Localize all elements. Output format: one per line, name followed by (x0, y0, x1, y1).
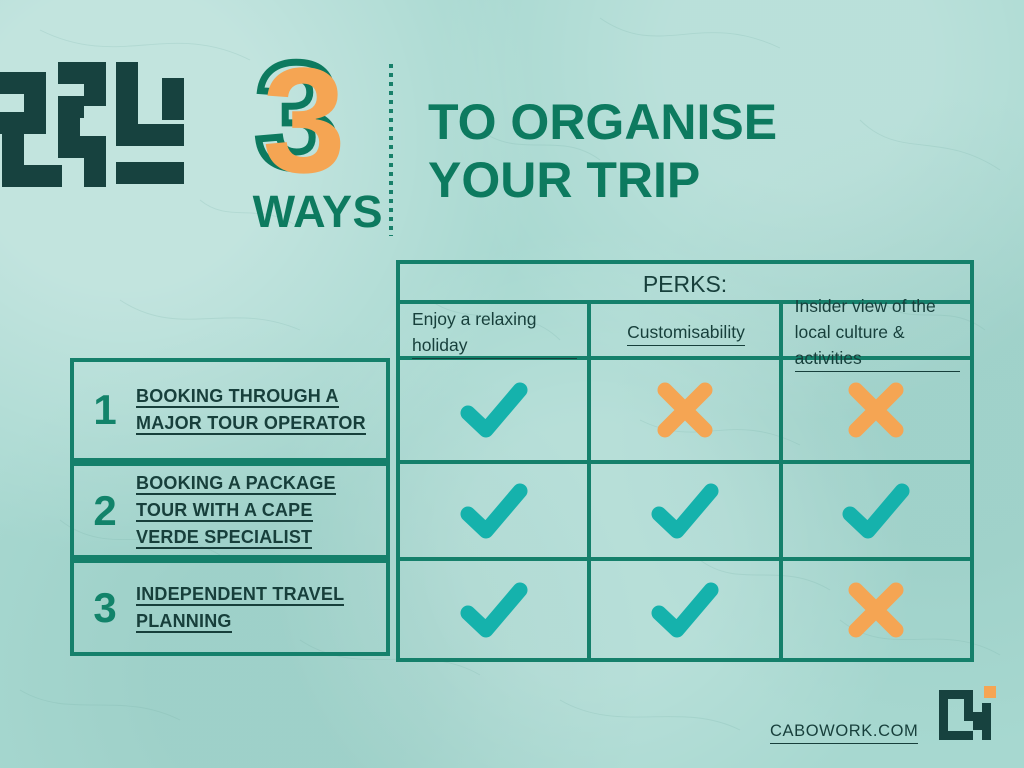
perks-comparison-table: PERKS: Enjoy a relaxing holiday Customis… (396, 260, 974, 662)
number-three-display: 3 3 WAYS (228, 36, 383, 237)
page-title: TO ORGANISE YOUR TRIP (428, 93, 988, 209)
check-icon (651, 582, 719, 637)
orange-square-accent (984, 686, 996, 698)
check-icon (460, 382, 528, 438)
perks-column-header-1-text: Enjoy a relaxing holiday (412, 306, 578, 359)
row-label-2: BOOKING A PACKAGE TOUR WITH A CAPE VERDE… (136, 470, 386, 551)
cell-row3-col2 (591, 561, 783, 658)
cell-row3-col1 (400, 561, 592, 658)
row-label-1-line-1: BOOKING THROUGH A (136, 386, 339, 408)
row-label-2-line-1: BOOKING A PACKAGE (136, 473, 336, 495)
row-label-3: INDEPENDENT TRAVEL PLANNING (136, 581, 386, 635)
cell-row2-col2 (591, 464, 783, 557)
row-label-box-1: 1 BOOKING THROUGH A MAJOR TOUR OPERATOR (70, 358, 390, 462)
number-three-fill: 3 (262, 36, 345, 204)
footer-website-url[interactable]: CABOWORK.COM (770, 722, 919, 744)
row-label-2-line-3: VERDE SPECIALIST (136, 527, 313, 549)
row-label-box-3: 3 INDEPENDENT TRAVEL PLANNING (70, 559, 390, 656)
table-row (400, 561, 970, 658)
perks-column-header-3: Insider view of the local culture & acti… (783, 296, 970, 372)
cell-row2-col1 (400, 464, 592, 557)
row-number-2: 2 (93, 486, 117, 534)
cross-icon (848, 382, 904, 438)
row-label-2-line-2: TOUR WITH A CAPE (136, 500, 313, 522)
ways-word: WAYS (252, 186, 383, 237)
cell-row1-col2 (591, 360, 783, 460)
cell-row1-col1 (400, 360, 592, 460)
perks-column-header-2-text: Customisability (627, 319, 745, 346)
title-line-2: YOUR TRIP (428, 152, 701, 208)
row-label-box-2: 2 BOOKING A PACKAGE TOUR WITH A CAPE VER… (70, 462, 390, 559)
row-label-1: BOOKING THROUGH A MAJOR TOUR OPERATOR (136, 383, 386, 437)
cross-icon (848, 582, 904, 637)
cabowork-maze-logo-icon (0, 62, 184, 187)
check-icon (460, 483, 528, 538)
row-label-1-line-2: MAJOR TOUR OPERATOR (136, 413, 366, 435)
dotted-vertical-divider (389, 64, 393, 236)
cell-row3-col3 (783, 561, 970, 658)
row-number-3: 3 (93, 583, 117, 631)
title-line-1: TO ORGANISE (428, 94, 778, 150)
perks-column-header-2: Customisability (591, 304, 783, 356)
table-row (400, 464, 970, 561)
cabowork-corner-logo-icon (939, 686, 996, 740)
check-icon (460, 582, 528, 637)
row-label-3-line-1: INDEPENDENT TRAVEL (136, 583, 345, 606)
perks-column-header-1: Enjoy a relaxing holiday (400, 304, 592, 359)
table-row (400, 360, 970, 464)
check-icon (842, 483, 910, 538)
poster-canvas: 3 3 WAYS TO ORGANISE YOUR TRIP 1 BOOKING… (0, 0, 1024, 768)
row-label-3-line-2: PLANNING (136, 610, 232, 633)
row-number-1: 1 (93, 386, 117, 433)
cross-icon (657, 382, 713, 438)
perks-header-row: Enjoy a relaxing holiday Customisability… (400, 296, 970, 372)
check-icon (651, 483, 719, 538)
cell-row1-col3 (783, 360, 970, 460)
cell-row2-col3 (783, 464, 970, 557)
header: 3 3 WAYS TO ORGANISE YOUR TRIP (0, 0, 1024, 250)
